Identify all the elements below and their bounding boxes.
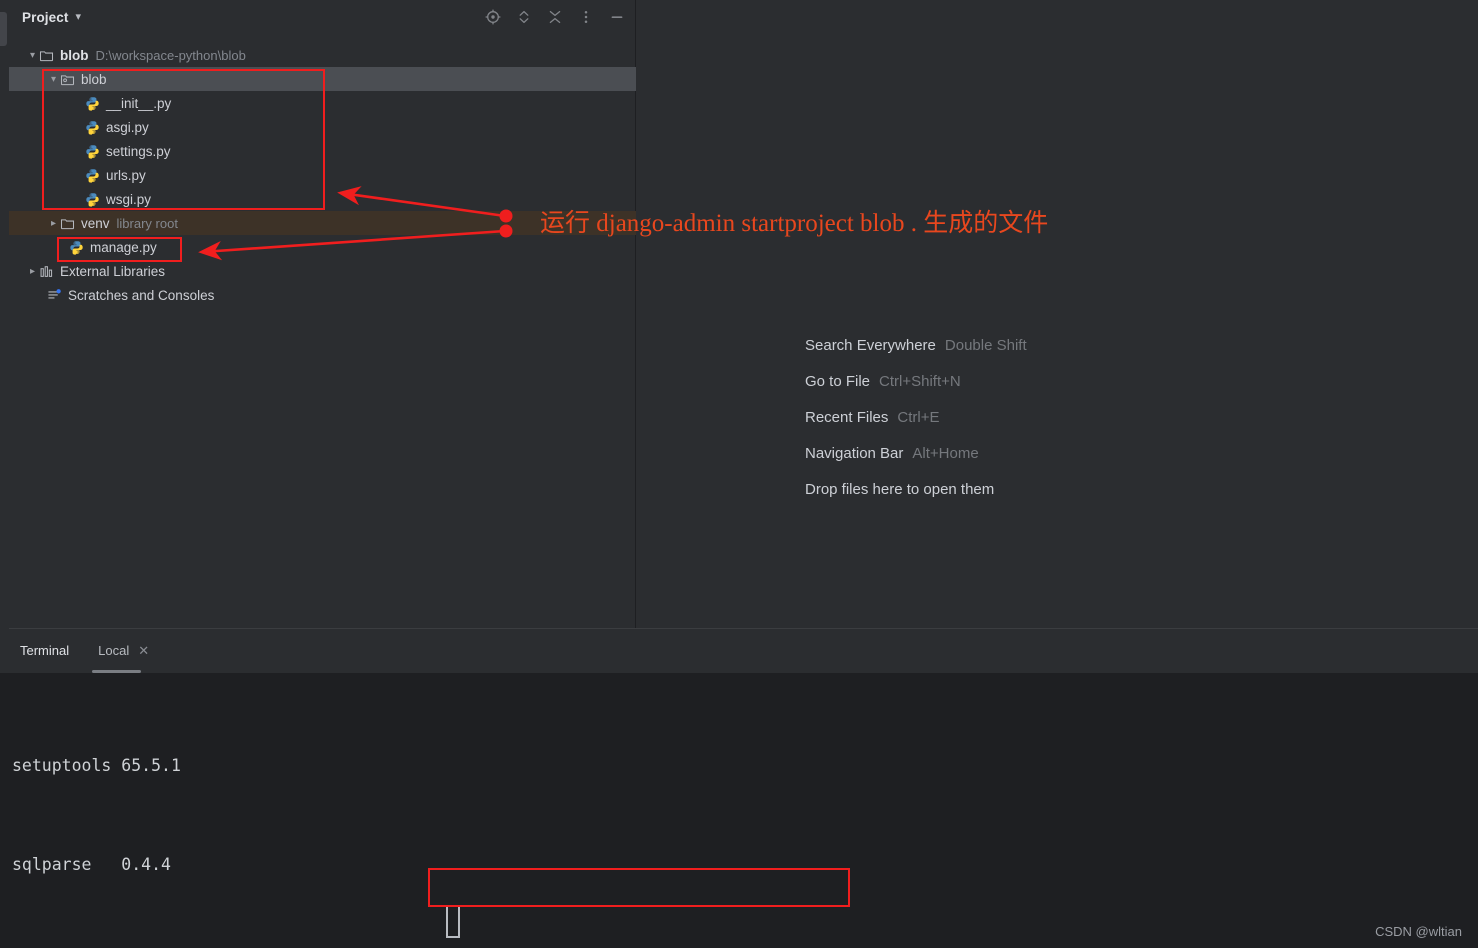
terminal-tab-local[interactable]: Local ✕: [92, 628, 149, 673]
tree-row-blob-root[interactable]: ▾ blob D:\workspace-python\blob: [9, 43, 635, 67]
project-tool-window: Project ▾ ▾ blob D:\workspace-python\blo…: [9, 0, 1478, 628]
tool-window-tab-project[interactable]: [0, 12, 7, 46]
panel-header-icons: [485, 0, 625, 34]
expand-collapse-icon[interactable]: [516, 9, 532, 25]
watermark: CSDN @wltian: [1375, 924, 1462, 939]
project-tree[interactable]: ▾ blob D:\workspace-python\blob ▾ blob _…: [9, 34, 1478, 307]
tree-label: settings.py: [106, 143, 171, 159]
tree-label: wsgi.py: [106, 191, 152, 207]
editor-empty-state: Search Everywhere Double Shift Go to Fil…: [636, 0, 1478, 628]
tab-active-underline: [92, 670, 142, 673]
python-file-icon: [86, 168, 99, 183]
editor-tips-list: Search Everywhere Double Shift Go to Fil…: [805, 327, 1027, 507]
tree-row-scratches-and-consoles[interactable]: Scratches and Consoles: [9, 283, 635, 307]
more-options-icon[interactable]: [578, 9, 594, 25]
tree-row-urls-py[interactable]: urls.py: [9, 163, 635, 187]
close-icon[interactable]: ✕: [138, 643, 149, 659]
tip-shortcut: Alt+Home: [912, 444, 979, 462]
terminal-title[interactable]: Terminal: [20, 643, 69, 658]
terminal-tab-bar: Terminal Local ✕: [0, 628, 1478, 674]
tree-hint: D:\workspace-python\blob: [95, 47, 246, 63]
tree-row-asgi-py[interactable]: asgi.py: [9, 115, 635, 139]
panel-title[interactable]: Project: [22, 10, 68, 25]
tree-label: urls.py: [106, 167, 146, 183]
tree-hint: library root: [116, 215, 178, 231]
terminal-line: setuptools 65.5.1: [12, 756, 181, 775]
tree-row-external-libraries[interactable]: ▸ External Libraries: [9, 259, 635, 283]
python-file-icon: [86, 144, 99, 159]
library-icon: [40, 265, 53, 277]
twisty-expanded-icon[interactable]: ▾: [26, 50, 39, 61]
terminal-tool-window: Terminal Local ✕ setuptools 65.5.1 sqlpa…: [0, 628, 1478, 948]
terminal-line: sqlparse 0.4.4: [12, 855, 171, 874]
twisty-collapsed-icon[interactable]: ▸: [47, 218, 60, 229]
folder-icon: [39, 50, 54, 61]
tree-row-settings-py[interactable]: settings.py: [9, 139, 635, 163]
tip-recent-files[interactable]: Recent Files Ctrl+E: [805, 399, 1027, 435]
tip-shortcut: Ctrl+Shift+N: [879, 372, 961, 390]
tip-shortcut: Ctrl+E: [897, 408, 940, 426]
python-file-icon: [86, 192, 99, 207]
twisty-expanded-icon[interactable]: ▾: [47, 74, 60, 85]
tip-navigation-bar[interactable]: Navigation Bar Alt+Home: [805, 435, 1027, 471]
project-panel-header: Project ▾: [9, 0, 635, 34]
terminal-cursor: [446, 905, 460, 938]
tip-drop-files: Drop files here to open them: [805, 471, 1027, 507]
module-folder-icon: [60, 74, 75, 85]
python-file-icon: [86, 120, 99, 135]
tree-label: __init__.py: [106, 95, 172, 111]
tree-row-init-py[interactable]: __init__.py: [9, 91, 635, 115]
collapse-all-icon[interactable]: [547, 9, 563, 25]
twisty-collapsed-icon[interactable]: ▸: [26, 266, 39, 277]
python-file-icon: [86, 96, 99, 111]
tree-row-manage-py[interactable]: manage.py: [9, 235, 635, 259]
terminal-tab-label: Local: [98, 643, 130, 658]
tree-label: External Libraries: [60, 263, 166, 279]
tip-search-everywhere[interactable]: Search Everywhere Double Shift: [805, 327, 1027, 363]
pycharm-window: Project ▾ ▾ blob D:\workspace-python\blo…: [0, 0, 1478, 948]
tip-label: Drop files here to open them: [805, 480, 995, 498]
tree-label: Scratches and Consoles: [68, 287, 215, 303]
scratches-icon: [48, 288, 61, 298]
tip-shortcut: Double Shift: [944, 336, 1027, 354]
python-file-icon: [70, 240, 83, 255]
tip-label: Recent Files: [805, 408, 889, 426]
folder-icon: [60, 218, 75, 229]
chevron-down-icon[interactable]: ▾: [75, 11, 81, 23]
tree-label: venv: [81, 215, 110, 231]
tree-label: blob: [60, 47, 89, 63]
tip-label: Go to File: [805, 372, 871, 390]
tree-label: blob: [81, 71, 107, 87]
tip-go-to-file[interactable]: Go to File Ctrl+Shift+N: [805, 363, 1027, 399]
locate-target-icon[interactable]: [485, 9, 501, 25]
minimize-icon[interactable]: [609, 9, 625, 25]
tip-label: Navigation Bar: [805, 444, 904, 462]
tree-label: asgi.py: [106, 119, 149, 135]
tree-label: manage.py: [90, 239, 157, 255]
terminal-output[interactable]: setuptools 65.5.1 sqlparse 0.4.4 wheel 0…: [0, 674, 1478, 948]
tree-row-wsgi-py[interactable]: wsgi.py: [9, 187, 635, 211]
tip-label: Search Everywhere: [805, 336, 936, 354]
tree-row-blob-package[interactable]: ▾ blob: [9, 67, 662, 91]
